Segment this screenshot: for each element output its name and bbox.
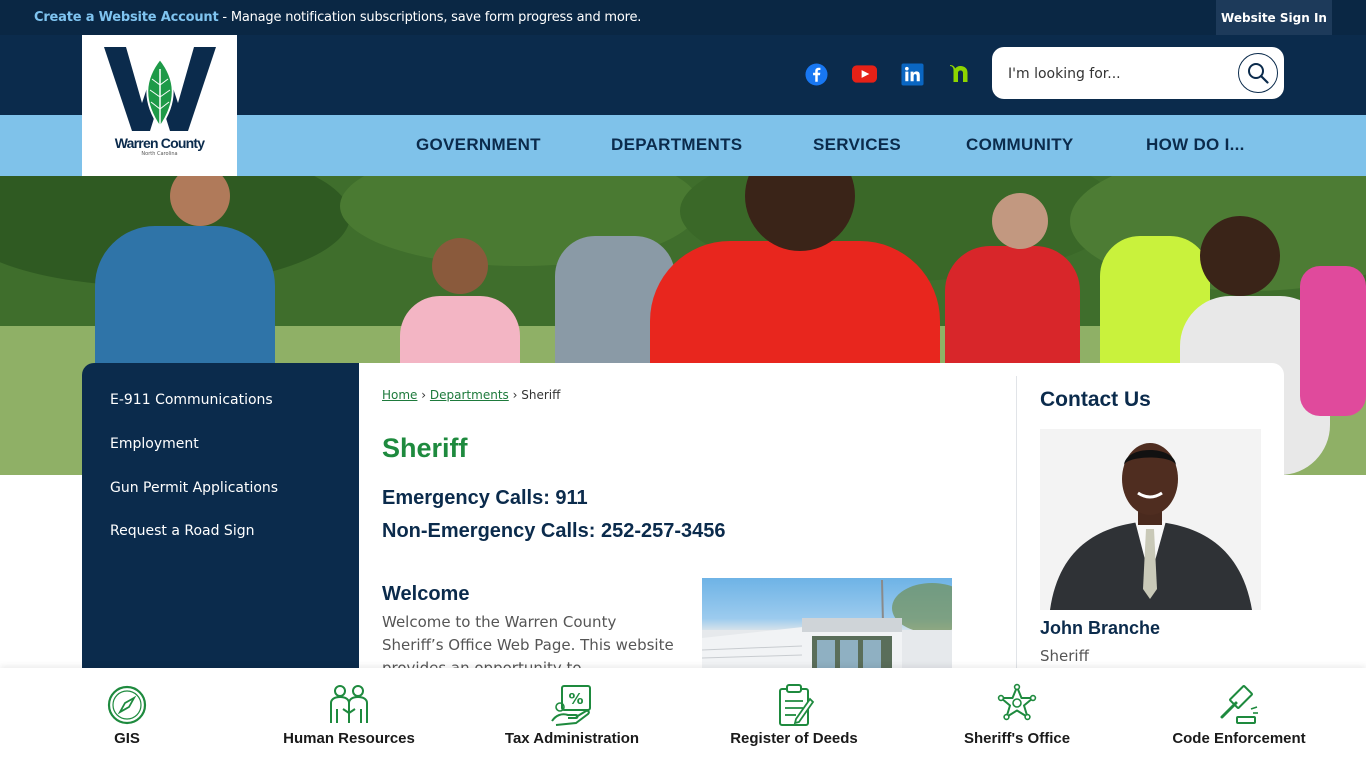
deeds-icon — [772, 683, 816, 727]
quicklink-label: Register of Deeds — [730, 730, 858, 747]
page-title: Sheriff — [382, 433, 468, 463]
nav-government[interactable]: GOVERNMENT — [416, 135, 541, 155]
breadcrumb-home[interactable]: Home — [382, 388, 417, 402]
side-nav: E-911 Communications Employment Gun Perm… — [82, 363, 359, 668]
nav-departments[interactable]: DEPARTMENTS — [611, 135, 742, 155]
quicklink-code-enforcement[interactable]: Code Enforcement — [1139, 668, 1339, 768]
quicklink-sheriffs-office[interactable]: Sheriff's Office — [917, 668, 1117, 768]
breadcrumb-departments[interactable]: Departments — [430, 388, 509, 402]
sheriff-office-building-image — [702, 578, 952, 668]
site-search — [992, 47, 1284, 99]
sidenav-request-road-sign[interactable]: Request a Road Sign — [110, 523, 254, 539]
top-bar: Create a Website Account - Manage notifi… — [0, 0, 1366, 35]
quicklink-register-of-deeds[interactable]: Register of Deeds — [694, 668, 894, 768]
tax-icon: % — [550, 683, 594, 727]
nav-how-do-i[interactable]: HOW DO I... — [1146, 135, 1245, 155]
facebook-icon[interactable] — [804, 62, 828, 86]
quicklink-tax-administration[interactable]: % Tax Administration — [472, 668, 672, 768]
sidenav-gun-permit-applications[interactable]: Gun Permit Applications — [110, 480, 278, 496]
linkedin-icon[interactable] — [900, 62, 924, 86]
quicklink-label: Code Enforcement — [1172, 730, 1306, 747]
quicklink-label: GIS — [114, 730, 140, 747]
breadcrumb-current: Sheriff — [521, 388, 561, 402]
search-input[interactable] — [1008, 63, 1218, 85]
emergency-calls: Emergency Calls: 911 — [382, 487, 588, 509]
account-message-text: - Manage notification subscriptions, sav… — [218, 10, 642, 25]
breadcrumb-separator: › — [512, 388, 518, 402]
sheriff-name: John Branche — [1040, 618, 1161, 638]
quicklink-human-resources[interactable]: Human Resources — [249, 668, 449, 768]
search-button[interactable] — [1238, 53, 1278, 93]
nextdoor-icon[interactable] — [948, 62, 972, 86]
breadcrumb-separator: › — [421, 388, 427, 402]
nav-community[interactable]: COMMUNITY — [966, 135, 1074, 155]
youtube-icon[interactable] — [851, 62, 877, 86]
nav-services[interactable]: SERVICES — [813, 135, 901, 155]
welcome-text: Welcome to the Warren County Sheriff’s O… — [382, 613, 674, 668]
quick-links-bar: GIS Human Resources % Tax Administration… — [0, 668, 1366, 768]
quicklink-label: Sheriff's Office — [963, 730, 1071, 747]
search-icon — [1248, 63, 1269, 84]
welcome-title: Welcome — [382, 583, 470, 605]
compass-icon — [105, 683, 149, 727]
non-emergency-calls: Non-Emergency Calls: 252-257-3456 — [382, 520, 726, 542]
sidenav-employment[interactable]: Employment — [110, 436, 199, 452]
sheriff-star-icon — [995, 683, 1039, 727]
website-sign-in-button[interactable]: Website Sign In — [1216, 0, 1332, 35]
quicklink-gis[interactable]: GIS — [27, 668, 227, 768]
quicklink-label: Human Resources — [283, 730, 415, 747]
account-message: Create a Website Account - Manage notifi… — [34, 10, 641, 25]
gavel-icon — [1217, 683, 1261, 727]
create-account-link[interactable]: Create a Website Account — [34, 10, 219, 25]
site-logo[interactable]: Warren County North Carolina — [82, 35, 237, 176]
content-divider — [1016, 376, 1017, 668]
logo-subtitle: North Carolina — [141, 151, 178, 157]
breadcrumb: Home › Departments › Sheriff — [382, 388, 560, 402]
sidenav-e911-communications[interactable]: E-911 Communications — [110, 392, 273, 408]
quicklink-label: Tax Administration — [504, 730, 640, 747]
logo-name: Warren County — [114, 135, 205, 151]
contact-us-heading: Contact Us — [1040, 388, 1151, 411]
svg-text:%: % — [568, 690, 583, 708]
warren-county-logo-icon — [103, 47, 216, 131]
sheriff-role: Sheriff — [1040, 647, 1089, 665]
people-icon — [327, 683, 371, 727]
sheriff-photo — [1040, 429, 1261, 610]
